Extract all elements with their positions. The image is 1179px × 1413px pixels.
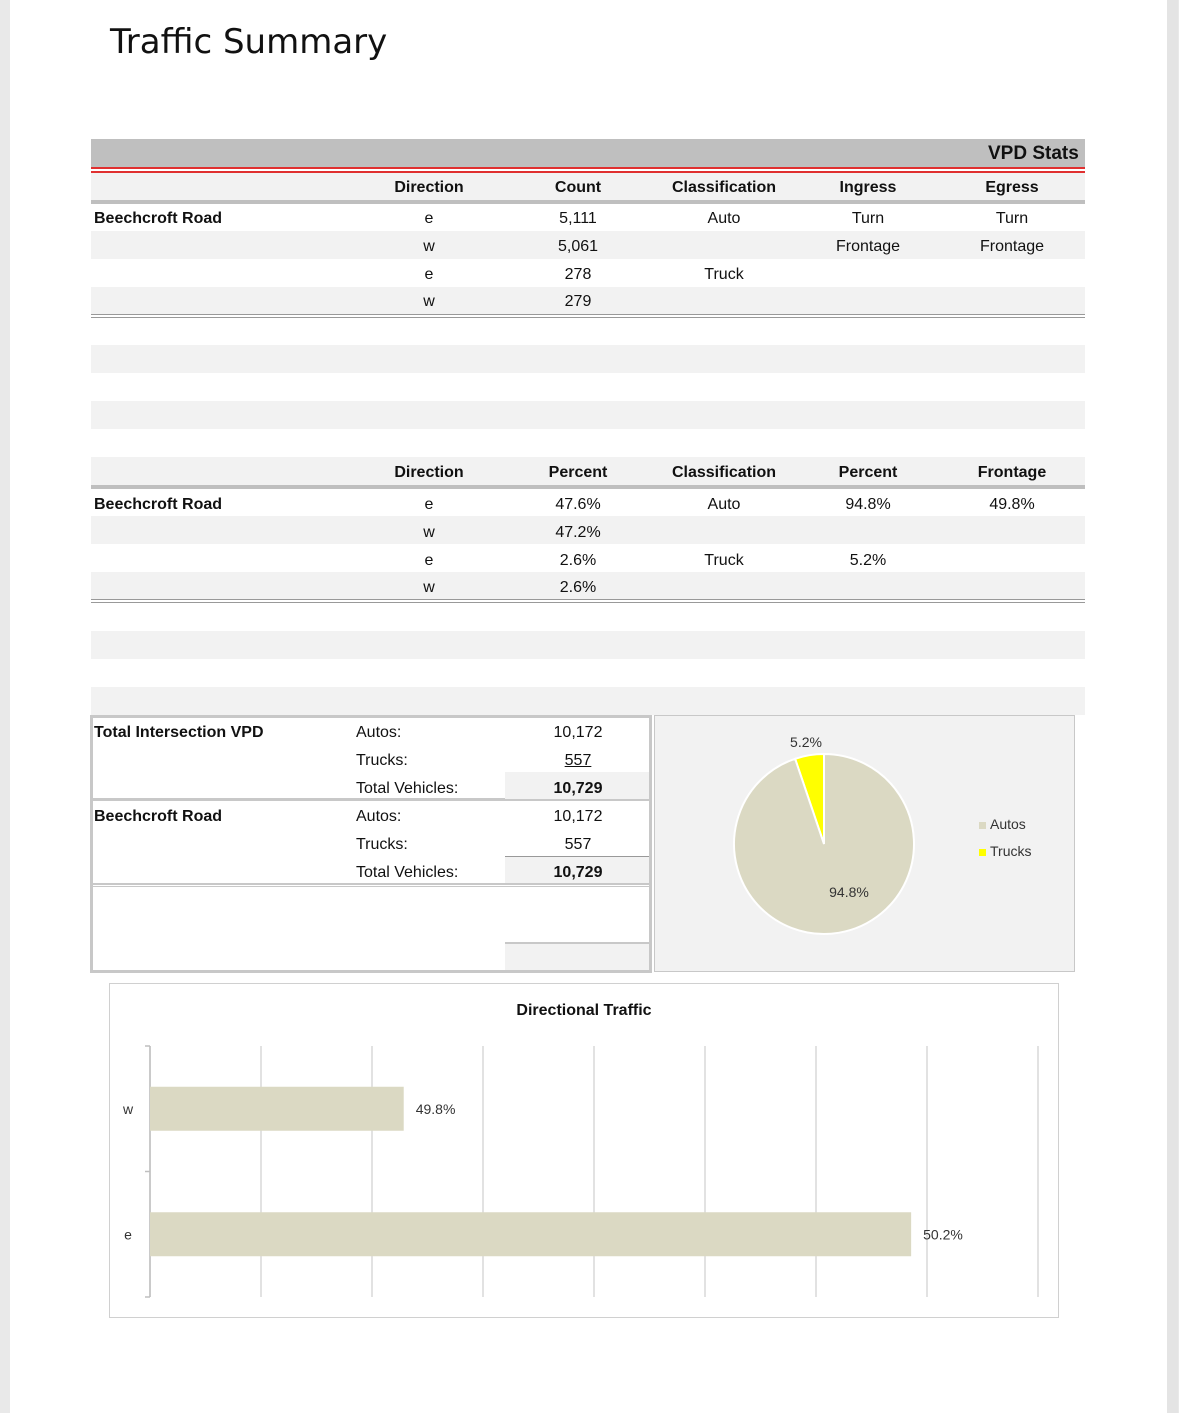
table-cell: e bbox=[424, 496, 434, 513]
table-cell: w bbox=[423, 524, 435, 541]
table-cell: w bbox=[423, 579, 435, 596]
trucks-value: 557 bbox=[564, 836, 592, 853]
bar-label-w: 49.8% bbox=[416, 1101, 456, 1117]
table-cell: 49.8% bbox=[989, 496, 1035, 513]
pie-label-trucks: 5.2% bbox=[790, 734, 822, 750]
page-title: Traffic Summary bbox=[110, 22, 388, 62]
bar-label-e: 50.2% bbox=[923, 1226, 963, 1242]
col-header: Percent bbox=[838, 464, 898, 481]
table-cell: 94.8% bbox=[845, 496, 891, 513]
table-cell: 278 bbox=[564, 266, 592, 283]
pie-label-autos: 94.8% bbox=[829, 884, 869, 900]
totals-label: Total Intersection VPD bbox=[94, 724, 264, 741]
col-header: Frontage bbox=[977, 464, 1047, 481]
vpd-header-bar bbox=[91, 139, 1085, 168]
col-header: Count bbox=[554, 179, 602, 196]
col-header: Classification bbox=[671, 464, 777, 481]
table-cell: 5,111 bbox=[559, 210, 597, 227]
report-page: Traffic Summary VPD Stats Direction Coun… bbox=[10, 0, 1178, 1413]
table-cell: Frontage bbox=[979, 238, 1045, 255]
table-cell: 2.6% bbox=[559, 579, 597, 596]
bar-chart-svg: 49.8% w 50.2% e bbox=[122, 1045, 1039, 1298]
road-name: Beechcroft Road bbox=[94, 496, 223, 513]
red-divider bbox=[91, 167, 1085, 169]
table-cell: Turn bbox=[851, 210, 885, 227]
table-cell: 5,061 bbox=[557, 238, 599, 255]
autos-value: 10,172 bbox=[553, 724, 603, 741]
table-cell: e bbox=[424, 210, 434, 227]
bar-w bbox=[150, 1086, 404, 1131]
vpd-stats-label: VPD Stats bbox=[988, 143, 1079, 164]
table-cell: Turn bbox=[995, 210, 1029, 227]
table-cell: e bbox=[424, 266, 434, 283]
col-header: Percent bbox=[548, 464, 608, 481]
pie-chart-svg: 5.2% 94.8% Autos Trucks bbox=[733, 734, 1031, 935]
pie-slice-autos bbox=[733, 752, 915, 935]
table-cell: 279 bbox=[564, 293, 592, 310]
bar-chart: Directional Traffic 49.8% w 50.2% e bbox=[109, 983, 1059, 1318]
col-header: Ingress bbox=[839, 179, 897, 196]
legend-marker bbox=[979, 849, 986, 856]
total-value: 10,729 bbox=[553, 864, 603, 881]
table-cell: 47.6% bbox=[555, 496, 601, 513]
table-cell: w bbox=[423, 238, 435, 255]
table-cell: Truck bbox=[704, 552, 744, 569]
chart-title: Directional Traffic bbox=[516, 1002, 652, 1019]
table-cell: w bbox=[423, 293, 435, 310]
table-cell: 47.2% bbox=[555, 524, 601, 541]
autos-value: 10,172 bbox=[553, 808, 603, 825]
legend-marker bbox=[979, 822, 986, 829]
table-cell: Auto bbox=[707, 210, 741, 227]
road-name: Beechcroft Road bbox=[94, 210, 223, 227]
col-header: Direction bbox=[394, 179, 464, 196]
table-cell: e bbox=[424, 552, 434, 569]
table-cell: Auto bbox=[707, 496, 741, 513]
bar-e bbox=[150, 1212, 912, 1257]
col-header: Egress bbox=[985, 179, 1039, 196]
table-cell: 5.2% bbox=[849, 552, 887, 569]
table-cell: Truck bbox=[704, 266, 744, 283]
col-header: Classification bbox=[671, 179, 777, 196]
legend-item-trucks: Trucks bbox=[990, 843, 1031, 859]
road-name: Beechcroft Road bbox=[94, 808, 223, 825]
pie-chart: 5.2% 94.8% Autos Trucks bbox=[654, 715, 1075, 972]
table-cell: Frontage bbox=[835, 238, 901, 255]
col-header: Direction bbox=[394, 464, 464, 481]
category-label-w: w bbox=[122, 1101, 134, 1117]
legend-item-autos: Autos bbox=[990, 816, 1026, 832]
category-label-e: e bbox=[124, 1226, 132, 1242]
trucks-value: 557 bbox=[564, 752, 592, 769]
total-value: 10,729 bbox=[553, 780, 603, 797]
table-cell: 2.6% bbox=[559, 552, 597, 569]
